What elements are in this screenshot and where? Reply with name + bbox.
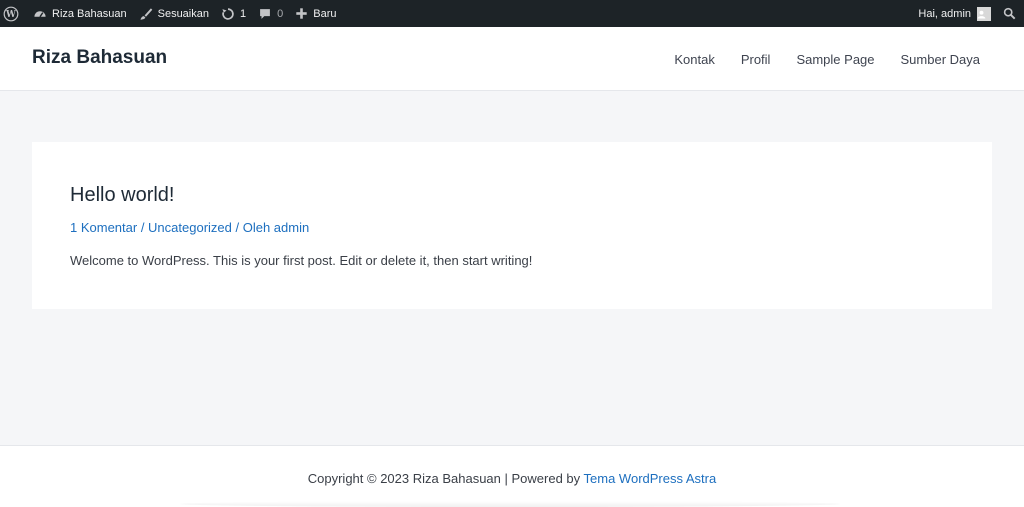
admin-new-label: Baru (313, 7, 337, 20)
admin-updates-link[interactable]: 1 (215, 0, 252, 27)
admin-bar: W Riza Bahasuan Sesuaikan 1 0 Baru Hai, … (0, 0, 1024, 27)
nav-item-profil[interactable]: Profil (741, 52, 771, 67)
refresh-icon (222, 7, 234, 20)
admin-search-button[interactable] (997, 0, 1024, 27)
footer-shadow (180, 501, 840, 507)
post-card: Hello world! 1 Komentar / Uncategorized … (32, 142, 992, 309)
theme-link[interactable]: Tema WordPress Astra (584, 471, 717, 486)
avatar (977, 6, 991, 21)
meta-separator: / (231, 220, 243, 235)
nav-item-kontak[interactable]: Kontak (674, 52, 714, 67)
search-icon (1003, 7, 1016, 20)
site-footer: Copyright © 2023 Riza Bahasuan | Powered… (0, 445, 1024, 507)
admin-new-link[interactable]: Baru (289, 0, 342, 27)
admin-customize-link[interactable]: Sesuaikan (133, 0, 215, 27)
admin-site-name: Riza Bahasuan (52, 7, 127, 20)
admin-updates-count: 1 (239, 7, 247, 20)
copyright: Copyright © 2023 Riza Bahasuan | Powered… (0, 471, 1024, 486)
site-header: Riza Bahasuan Kontak Profil Sample Page … (0, 27, 1024, 91)
site-title[interactable]: Riza Bahasuan (32, 47, 167, 69)
plus-icon (296, 8, 307, 19)
nav-item-sumber-daya[interactable]: Sumber Daya (901, 52, 980, 67)
wordpress-logo-icon[interactable]: W (0, 0, 27, 27)
post-category-link[interactable]: Uncategorized (148, 220, 232, 235)
nav-item-sample-page[interactable]: Sample Page (796, 52, 874, 67)
admin-customize-label: Sesuaikan (157, 7, 209, 20)
post-excerpt: Welcome to WordPress. This is your first… (70, 253, 533, 268)
dashboard-icon (34, 10, 46, 17)
admin-comments-link[interactable]: 0 (252, 0, 289, 27)
primary-nav: Kontak Profil Sample Page Sumber Daya (648, 27, 980, 91)
post-author-link[interactable]: Oleh admin (243, 220, 309, 235)
post-comments-link[interactable]: 1 Komentar (70, 220, 137, 235)
admin-comments-count: 0 (277, 7, 284, 20)
post-title[interactable]: Hello world! (70, 184, 174, 207)
admin-greeting: Hai, admin (918, 7, 971, 20)
copyright-text: Copyright © 2023 Riza Bahasuan | Powered… (307, 471, 584, 486)
comment-icon (260, 8, 271, 19)
admin-account-link[interactable]: Hai, admin (912, 0, 997, 27)
brush-icon (140, 7, 152, 20)
svg-text:W: W (5, 10, 16, 20)
admin-site-name-link[interactable]: Riza Bahasuan (27, 0, 133, 27)
meta-separator: / (137, 220, 149, 235)
post-meta: 1 Komentar / Uncategorized / Oleh admin (70, 220, 309, 235)
